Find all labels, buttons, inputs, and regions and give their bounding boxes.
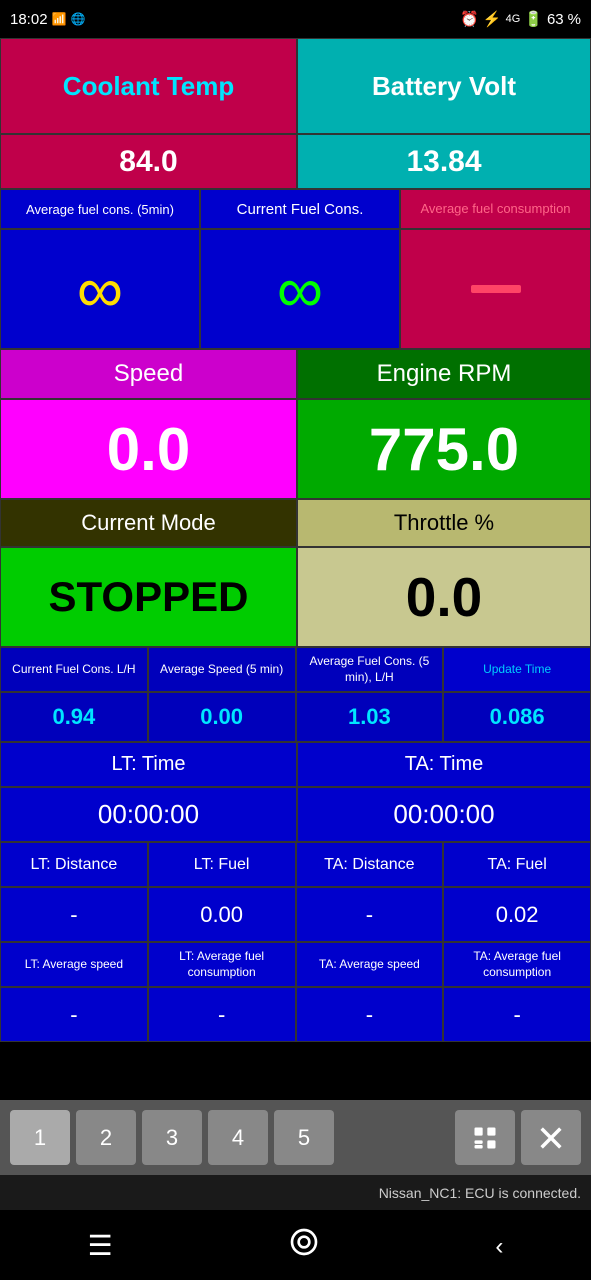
small-stats-values: 0.94 0.00 1.03 0.086	[0, 692, 591, 742]
main-content: Coolant Temp Battery Volt 84.0 13.84 Ave…	[0, 38, 591, 1100]
dist-fuel-labels: LT: Distance LT: Fuel TA: Distance TA: F…	[0, 842, 591, 887]
rpm-value: 775.0	[297, 399, 591, 499]
coolant-temp-label: Coolant Temp	[0, 38, 297, 134]
tab-5-button[interactable]: 5	[274, 1110, 334, 1165]
lt-time-label: LT: Time	[0, 742, 297, 787]
bottom-tabs: 1 2 3 4 5	[0, 1100, 591, 1175]
rpm-label: Engine RPM	[297, 349, 591, 399]
close-button[interactable]	[521, 1110, 581, 1165]
small-stats-labels: Current Fuel Cons. L/H Average Speed (5 …	[0, 647, 591, 692]
throttle-value: 0.0	[297, 547, 591, 647]
signal-icon: 📶	[52, 12, 67, 26]
avg-labels: LT: Average speed LT: Average fuel consu…	[0, 942, 591, 987]
lt-avg-fuel-label: LT: Average fuel consumption	[148, 942, 296, 987]
tab-1-button[interactable]: 1	[10, 1110, 70, 1165]
current-mode-label: Current Mode	[0, 499, 297, 547]
mode-throttle-values: STOPPED 0.0	[0, 547, 591, 647]
avg-fuel-label: Average fuel cons. (5min)	[0, 189, 200, 229]
lt-ta-time-labels: LT: Time TA: Time	[0, 742, 591, 787]
ta-avg-fuel-label: TA: Average fuel consumption	[443, 942, 591, 987]
battery-volt-value: 13.84	[297, 134, 591, 189]
speed-rpm-labels: Speed Engine RPM	[0, 349, 591, 399]
dist-fuel-values: - 0.00 - 0.02	[0, 887, 591, 942]
ta-time-label: TA: Time	[297, 742, 591, 787]
coolant-temp-value: 84.0	[0, 134, 297, 189]
lt-avg-speed-value: -	[0, 987, 148, 1042]
ta-distance-value: -	[296, 887, 444, 942]
fuel-cons-values: ∞ ∞	[0, 229, 591, 349]
update-time-label: Update Time	[443, 647, 591, 692]
ta-avg-speed-value: -	[296, 987, 444, 1042]
avg-fuel-cons-5min-value: 1.03	[296, 692, 444, 742]
lt-avg-speed-label: LT: Average speed	[0, 942, 148, 987]
status-time: 18:02 📶 🌐	[10, 11, 85, 28]
lt-fuel-label: LT: Fuel	[148, 842, 296, 887]
lt-fuel-value: 0.00	[148, 887, 296, 942]
lt-avg-fuel-value: -	[148, 987, 296, 1042]
nav-bar: ☰ ‹	[0, 1210, 591, 1280]
current-fuel-value: ∞	[200, 229, 400, 349]
speed-rpm-values: 0.0 775.0	[0, 399, 591, 499]
settings-icon-button[interactable]	[455, 1110, 515, 1165]
avg-speed-5min-value: 0.00	[148, 692, 296, 742]
avg-fuel-cons-5min-label: Average Fuel Cons. (5 min), L/H	[296, 647, 444, 692]
mode-value: STOPPED	[0, 547, 297, 647]
status-bar: 18:02 📶 🌐 ⏰ ⚡ 4G 🔋 63 %	[0, 0, 591, 38]
ta-avg-fuel-value: -	[443, 987, 591, 1042]
network-4g-icon: 4G	[506, 13, 521, 25]
speed-label: Speed	[0, 349, 297, 399]
avg-speed-5min-label: Average Speed (5 min)	[148, 647, 296, 692]
throttle-label: Throttle %	[297, 499, 591, 547]
avg-fuel-value: ∞	[0, 229, 200, 349]
avg-fuel-value2	[400, 229, 591, 349]
current-fuel-cons-lh-label: Current Fuel Cons. L/H	[0, 647, 148, 692]
lt-distance-value: -	[0, 887, 148, 942]
lt-distance-label: LT: Distance	[0, 842, 148, 887]
ta-distance-label: TA: Distance	[296, 842, 444, 887]
row-top-labels: Coolant Temp Battery Volt	[0, 38, 591, 134]
ta-fuel-label: TA: Fuel	[443, 842, 591, 887]
nav-home-button[interactable]	[288, 1226, 320, 1265]
row-top-values: 84.0 13.84	[0, 134, 591, 189]
nav-menu-button[interactable]: ☰	[88, 1229, 113, 1262]
wifi-icon: 🌐	[71, 12, 86, 26]
tab-3-button[interactable]: 3	[142, 1110, 202, 1165]
back-icon: ‹	[495, 1233, 503, 1260]
speed-value: 0.0	[0, 399, 297, 499]
lt-time-value: 00:00:00	[0, 787, 297, 842]
tab-4-button[interactable]: 4	[208, 1110, 268, 1165]
status-message: Nissan_NC1: ECU is connected.	[0, 1175, 591, 1210]
ta-fuel-value: 0.02	[443, 887, 591, 942]
mode-throttle-labels: Current Mode Throttle %	[0, 499, 591, 547]
bluetooth-icon: ⚡	[483, 10, 502, 28]
current-fuel-cons-lh-value: 0.94	[0, 692, 148, 742]
tab-2-button[interactable]: 2	[76, 1110, 136, 1165]
avg-fuel-label2: Average fuel consumption	[400, 189, 591, 229]
update-time-value: 0.086	[443, 692, 591, 742]
fuel-cons-headers: Average fuel cons. (5min) Current Fuel C…	[0, 189, 591, 229]
battery-icon: 🔋	[524, 10, 543, 28]
alarm-icon: ⏰	[460, 10, 479, 28]
hamburger-icon: ☰	[88, 1230, 113, 1261]
status-right: ⏰ ⚡ 4G 🔋 63 %	[460, 10, 581, 28]
lt-ta-time-values: 00:00:00 00:00:00	[0, 787, 591, 842]
ta-avg-speed-label: TA: Average speed	[296, 942, 444, 987]
ta-time-value: 00:00:00	[297, 787, 591, 842]
current-fuel-label: Current Fuel Cons.	[200, 189, 400, 229]
battery-volt-label: Battery Volt	[297, 38, 591, 134]
nav-back-button[interactable]: ‹	[495, 1229, 503, 1261]
avg-values: - - - -	[0, 987, 591, 1042]
